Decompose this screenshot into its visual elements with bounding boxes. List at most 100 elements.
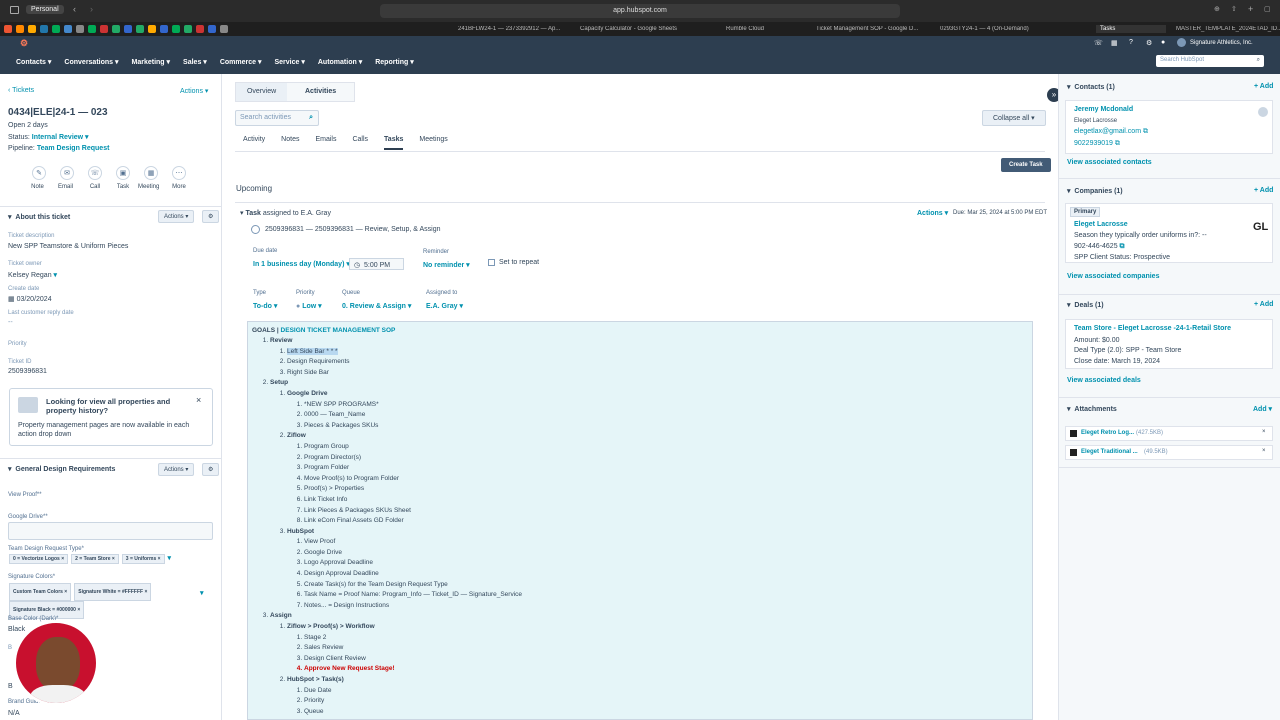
attachment-item[interactable]: Eleget Retro Log... (427.5KB) × bbox=[1065, 426, 1273, 441]
due-time-input[interactable]: ◷ 5:00 PM bbox=[349, 258, 404, 270]
tab-activities[interactable]: Activities bbox=[287, 83, 354, 101]
about-settings-icon[interactable]: ⚙ bbox=[202, 210, 220, 223]
add-contact-button[interactable]: + Add bbox=[1254, 83, 1273, 90]
forward-icon[interactable]: › bbox=[90, 4, 93, 14]
avatar[interactable] bbox=[1177, 38, 1186, 47]
account-name[interactable]: Signature Athletics, Inc. bbox=[1190, 40, 1253, 46]
companies-toggle[interactable]: ▾ Companies (1) bbox=[1067, 187, 1123, 195]
subtab-activity[interactable]: Activity bbox=[243, 136, 265, 150]
marketplace-icon[interactable]: ▦ bbox=[1111, 39, 1118, 47]
subtab-calls[interactable]: Calls bbox=[352, 136, 368, 150]
nav-marketing[interactable]: Marketing ▾ bbox=[132, 58, 171, 66]
pinned-tabs[interactable] bbox=[4, 25, 232, 33]
gdr-actions-button[interactable]: Actions ▾ bbox=[158, 463, 195, 476]
task-header[interactable]: ▾ Task assigned to E.A. Gray bbox=[240, 209, 331, 217]
nav-service[interactable]: Service ▾ bbox=[274, 58, 304, 66]
gdr-section-toggle[interactable]: ▾ General Design Requirements bbox=[8, 465, 115, 473]
contacts-toggle[interactable]: ▾ Contacts (1) bbox=[1067, 83, 1115, 91]
subtab-notes[interactable]: Notes bbox=[281, 136, 299, 150]
collapse-all-button[interactable]: Collapse all ▾ bbox=[982, 110, 1046, 126]
new-tab-icon[interactable]: + bbox=[1248, 4, 1253, 14]
company-name[interactable]: Eleget Lacrosse bbox=[1074, 221, 1128, 228]
help-icon[interactable]: ? bbox=[1129, 39, 1133, 46]
about-section-toggle[interactable]: ▾ About this ticket bbox=[8, 213, 70, 221]
notifications-icon[interactable]: ● bbox=[1161, 39, 1165, 46]
phone-icon[interactable]: ☏ bbox=[1094, 39, 1103, 47]
sidebar-toggle-icon[interactable] bbox=[10, 6, 19, 14]
chevron-down-icon[interactable]: ▾ bbox=[200, 589, 204, 597]
call-action[interactable]: ☏ Call bbox=[88, 166, 102, 190]
complete-task-checkbox[interactable] bbox=[251, 225, 260, 234]
add-attachment-button[interactable]: Add ▾ bbox=[1253, 405, 1272, 413]
due-date-dropdown[interactable]: In 1 business day (Monday) ▾ bbox=[253, 260, 350, 268]
download-icon[interactable]: ⊕ bbox=[1214, 5, 1220, 13]
task-action[interactable]: ▣ Task bbox=[116, 166, 130, 190]
back-icon[interactable]: ‹ bbox=[73, 4, 76, 14]
subtab-meetings[interactable]: Meetings bbox=[419, 136, 447, 150]
color-tags[interactable]: Custom Team Colors × Signature White = #F… bbox=[9, 583, 179, 619]
tab-overview-icon[interactable]: ▢ bbox=[1264, 5, 1271, 13]
task-actions-button[interactable]: Actions ▾ bbox=[917, 209, 948, 217]
view-deals-link[interactable]: View associated deals bbox=[1067, 377, 1141, 384]
contact-name[interactable]: Jeremy Mcdonald bbox=[1074, 106, 1133, 113]
ticket-actions-button[interactable]: Actions ▾ bbox=[180, 87, 208, 95]
view-contacts-link[interactable]: View associated contacts bbox=[1067, 159, 1152, 166]
meeting-action[interactable]: ▦ Meeting bbox=[138, 166, 159, 190]
deals-toggle[interactable]: ▾ Deals (1) bbox=[1067, 301, 1104, 309]
contact-phone[interactable]: 9022939019 ⧉ bbox=[1074, 140, 1120, 148]
base-color-value[interactable]: Black bbox=[8, 626, 25, 633]
back-to-tickets[interactable]: ‹ Tickets bbox=[8, 87, 34, 94]
assigned-dropdown[interactable]: E.A. Gray ▾ bbox=[426, 302, 463, 310]
task-notes-editor[interactable]: GOALS | DESIGN TICKET MANAGEMENT SOP Rev… bbox=[247, 321, 1033, 720]
owner-dropdown[interactable]: Kelsey Regan ▾ bbox=[8, 271, 57, 279]
nav-contacts[interactable]: Contacts ▾ bbox=[16, 58, 51, 66]
nav-sales[interactable]: Sales ▾ bbox=[183, 58, 207, 66]
nav-commerce[interactable]: Commerce ▾ bbox=[220, 58, 262, 66]
create-task-button[interactable]: Create Task bbox=[1001, 158, 1051, 172]
add-company-button[interactable]: + Add bbox=[1254, 187, 1273, 194]
gdrive-input[interactable] bbox=[8, 522, 213, 540]
subtab-emails[interactable]: Emails bbox=[315, 136, 336, 150]
type-dropdown[interactable]: To-do ▾ bbox=[253, 302, 277, 310]
create-date[interactable]: ▦ 03/20/2024 bbox=[8, 295, 52, 303]
profile-button[interactable]: Personal bbox=[26, 5, 64, 14]
nav-automation[interactable]: Automation ▾ bbox=[318, 58, 362, 66]
about-actions-button[interactable]: Actions ▾ bbox=[158, 210, 195, 223]
email-action[interactable]: ✉ Email bbox=[58, 166, 74, 190]
desc-value[interactable]: New SPP Teamstore & Uniform Pieces bbox=[8, 243, 128, 250]
address-bar[interactable]: app.hubspot.com bbox=[380, 4, 900, 18]
sop-link[interactable]: DESIGN TICKET MANAGEMENT SOP bbox=[281, 327, 396, 334]
tdr-type-tags[interactable]: 0 = Vectorize Logos × 2 = Team Store × 3 =… bbox=[9, 554, 171, 564]
priority-dropdown[interactable]: ● Low ▾ bbox=[296, 302, 322, 310]
pipeline-dropdown[interactable]: Team Design Request bbox=[37, 145, 110, 152]
tab-overview[interactable]: Overview bbox=[236, 83, 287, 101]
attachment-item[interactable]: Eleget Traditional ... (49.5KB) × bbox=[1065, 445, 1273, 460]
repeat-checkbox[interactable] bbox=[488, 259, 495, 266]
global-search-input[interactable]: Search HubSpot ⌕ bbox=[1156, 55, 1264, 67]
brand-value[interactable]: N/A bbox=[8, 710, 20, 717]
gdr-settings-icon[interactable]: ⚙ bbox=[202, 463, 220, 476]
status-dropdown[interactable]: Internal Review ▾ bbox=[32, 134, 89, 141]
company-phone[interactable]: 902-446-4625 ⧉ bbox=[1074, 243, 1125, 251]
close-icon[interactable]: × bbox=[196, 395, 201, 405]
reminder-dropdown[interactable]: No reminder ▾ bbox=[423, 261, 470, 269]
tab-1[interactable]: 241BFLW24-1 — 2373392912 — Ap... bbox=[458, 26, 576, 32]
view-companies-link[interactable]: View associated companies bbox=[1067, 273, 1159, 280]
share-icon[interactable]: ⇧ bbox=[1231, 5, 1237, 13]
deal-name[interactable]: Team Store - Eleget Lacrosse -24-1-Retai… bbox=[1074, 325, 1231, 332]
tab-6-active[interactable]: Tasks bbox=[1096, 25, 1166, 33]
more-action[interactable]: ⋯ More bbox=[172, 166, 186, 190]
tab-2[interactable]: Capacity Calculator - Google Sheets bbox=[580, 26, 720, 32]
queue-dropdown[interactable]: 0. Review & Assign ▾ bbox=[342, 302, 411, 310]
subtab-tasks[interactable]: Tasks bbox=[384, 136, 404, 150]
add-deal-button[interactable]: + Add bbox=[1254, 301, 1273, 308]
nav-conversations[interactable]: Conversations ▾ bbox=[64, 58, 118, 66]
settings-icon[interactable]: ⚙ bbox=[1146, 39, 1152, 47]
hubspot-logo-icon[interactable]: ⚙ bbox=[20, 38, 28, 49]
tab-7[interactable]: MASTER_TEMPLATE_2024ETAD_ID... bbox=[1176, 26, 1280, 32]
note-action[interactable]: ✎ Note bbox=[31, 166, 46, 190]
attachments-toggle[interactable]: ▾ Attachments bbox=[1067, 405, 1117, 413]
tab-5[interactable]: 0293GTY24-1 — 4 (On-Demand) bbox=[940, 26, 1058, 32]
task-title[interactable]: 2509396831 — 2509396831 — Review, Setup,… bbox=[265, 226, 441, 233]
contact-email[interactable]: elegetlax@gmail.com ⧉ bbox=[1074, 128, 1148, 136]
